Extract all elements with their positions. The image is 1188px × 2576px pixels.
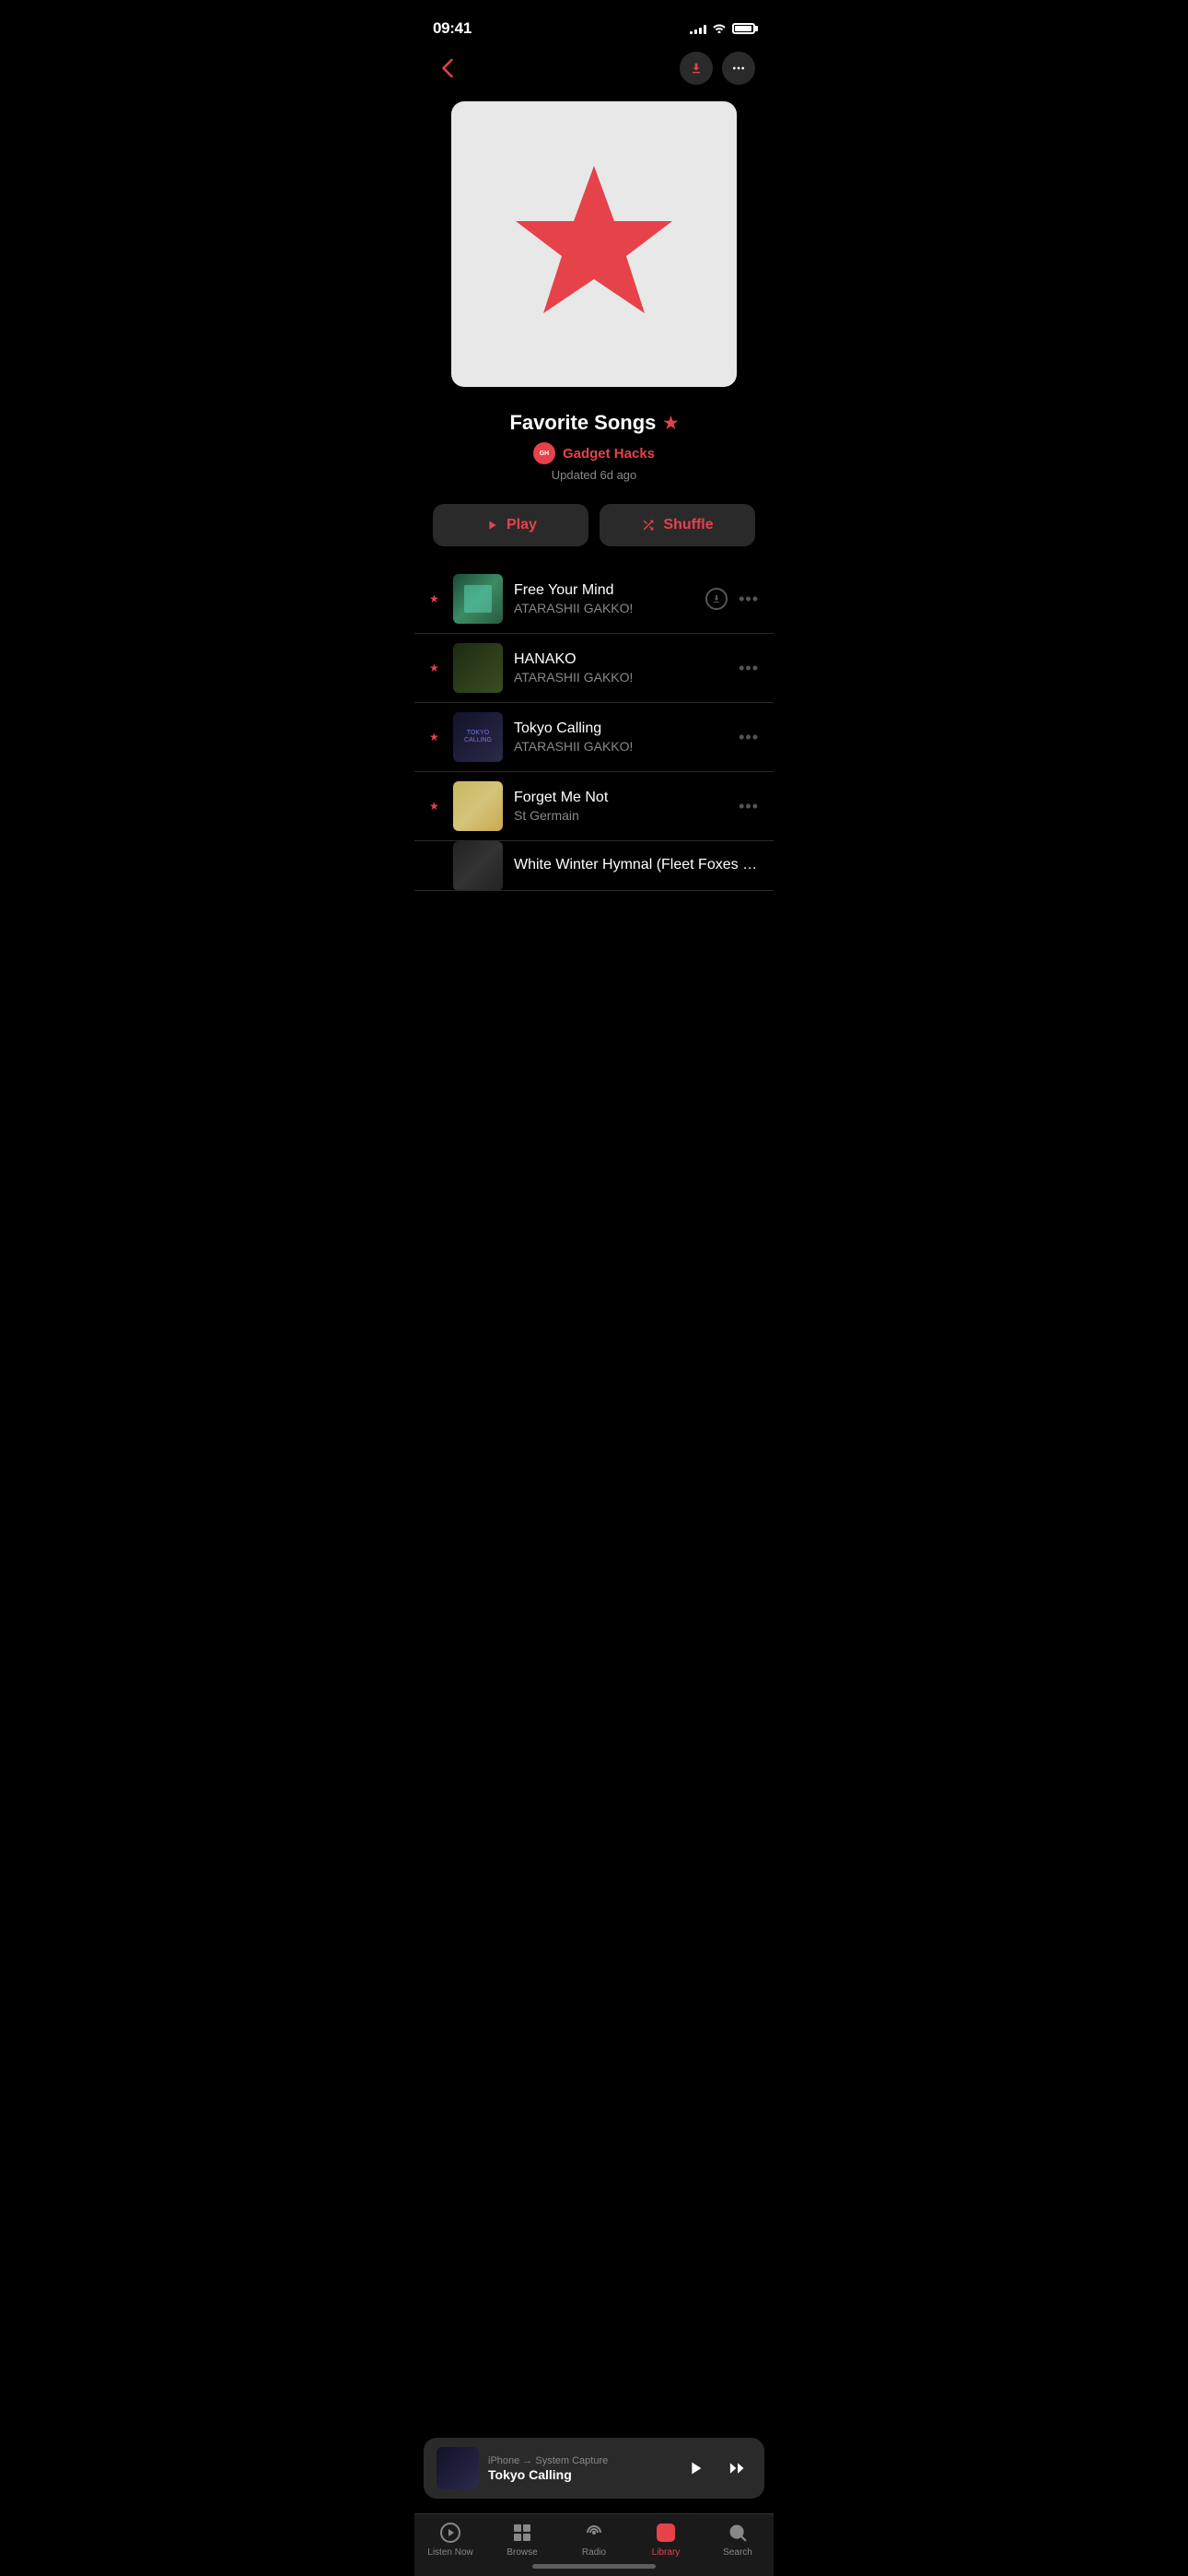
song-thumbnail	[453, 781, 503, 831]
song-artist: ATARASHII GAKKO!	[514, 670, 728, 685]
song-star-icon: ★	[429, 662, 442, 674]
play-button[interactable]: Play	[433, 504, 588, 546]
curator-avatar: GH	[533, 442, 555, 464]
song-more-button[interactable]: •••	[739, 590, 759, 609]
mini-player-context: iPhone → System Capture	[488, 2455, 672, 2466]
song-artist: ATARASHII GAKKO!	[514, 601, 694, 615]
wifi-icon	[712, 21, 727, 36]
song-info: White Winter Hymnal (Fleet Foxes Cover)	[514, 857, 759, 875]
song-title: White Winter Hymnal (Fleet Foxes Cover)	[514, 857, 759, 873]
tab-listen-now-label: Listen Now	[427, 2547, 472, 2558]
song-info: Forget Me Not St Germain	[514, 790, 728, 823]
status-time: 09:41	[433, 19, 472, 38]
playlist-curator[interactable]: GH Gadget Hacks	[433, 442, 755, 464]
mini-player[interactable]: iPhone → System Capture Tokyo Calling	[424, 2438, 764, 2499]
mini-player-controls	[681, 2454, 751, 2482]
song-star-icon: ★	[429, 860, 442, 872]
song-title: Tokyo Calling	[514, 720, 728, 737]
song-list: ★ Free Your Mind ATARASHII GAKKO! ••• ★ …	[414, 561, 774, 895]
song-actions: •••	[739, 797, 759, 816]
song-artist: St Germain	[514, 808, 728, 823]
nav-bar	[414, 44, 774, 92]
mini-play-button[interactable]	[681, 2454, 709, 2482]
status-bar: 09:41	[414, 0, 774, 44]
song-actions: •••	[739, 728, 759, 747]
song-more-button[interactable]: •••	[739, 797, 759, 816]
song-title: Forget Me Not	[514, 790, 728, 806]
tab-radio[interactable]: Radio	[558, 2522, 630, 2558]
download-button[interactable]	[680, 52, 713, 85]
song-star-icon: ★	[429, 800, 442, 813]
song-info: HANAKO ATARASHII GAKKO!	[514, 651, 728, 685]
back-button[interactable]	[433, 53, 462, 83]
song-more-button[interactable]: •••	[739, 659, 759, 678]
home-indicator	[532, 2564, 656, 2569]
curator-name: Gadget Hacks	[563, 446, 655, 462]
playlist-title: Favorite Songs ★	[433, 411, 755, 435]
shuffle-button[interactable]: Shuffle	[600, 504, 755, 546]
tab-library[interactable]: Library	[630, 2522, 702, 2558]
mini-forward-button[interactable]	[724, 2454, 751, 2482]
song-star-icon: ★	[429, 592, 442, 605]
action-buttons: Play Shuffle	[414, 489, 774, 561]
nav-actions	[680, 52, 755, 85]
radio-icon	[583, 2522, 605, 2544]
tab-browse[interactable]: Browse	[486, 2522, 558, 2558]
song-actions: •••	[739, 659, 759, 678]
song-star-icon: ★	[429, 731, 442, 744]
mini-player-title: Tokyo Calling	[488, 2467, 672, 2482]
song-item[interactable]: ★ TOKYOCALLING Tokyo Calling ATARASHII G…	[414, 703, 774, 772]
song-thumbnail	[453, 574, 503, 624]
tab-search[interactable]: Search	[702, 2522, 774, 2558]
song-info: Free Your Mind ATARASHII GAKKO!	[514, 582, 694, 615]
song-info: Tokyo Calling ATARASHII GAKKO!	[514, 720, 728, 754]
library-icon	[655, 2522, 677, 2544]
playlist-info: Favorite Songs ★ GH Gadget Hacks Updated…	[414, 396, 774, 489]
search-icon	[727, 2522, 749, 2544]
mini-player-thumbnail	[437, 2447, 479, 2489]
song-actions: •••	[705, 588, 759, 610]
song-item[interactable]: ★ Free Your Mind ATARASHII GAKKO! •••	[414, 565, 774, 634]
playlist-favorite-star-icon: ★	[663, 414, 678, 433]
more-options-button[interactable]	[722, 52, 755, 85]
status-icons	[690, 21, 755, 36]
signal-bars-icon	[690, 23, 706, 34]
song-title: Free Your Mind	[514, 582, 694, 599]
tab-browse-label: Browse	[507, 2547, 537, 2558]
song-thumbnail	[453, 643, 503, 693]
album-art-container	[414, 92, 774, 396]
song-title: HANAKO	[514, 651, 728, 668]
song-item[interactable]: ★ Forget Me Not St Germain •••	[414, 772, 774, 841]
tab-listen-now[interactable]: Listen Now	[414, 2522, 486, 2558]
tab-search-label: Search	[723, 2547, 752, 2558]
song-artist: ATARASHII GAKKO!	[514, 739, 728, 754]
song-thumbnail: TOKYOCALLING	[453, 712, 503, 762]
battery-icon	[732, 23, 755, 34]
song-item[interactable]: ★ White Winter Hymnal (Fleet Foxes Cover…	[414, 841, 774, 891]
playlist-updated: Updated 6d ago	[433, 468, 755, 482]
tab-library-label: Library	[652, 2547, 681, 2558]
album-art	[451, 101, 737, 387]
browse-icon	[511, 2522, 533, 2544]
song-more-button[interactable]: •••	[739, 728, 759, 747]
mini-player-info: iPhone → System Capture Tokyo Calling	[488, 2455, 672, 2482]
listen-now-icon	[439, 2522, 461, 2544]
tab-radio-label: Radio	[582, 2547, 606, 2558]
song-thumbnail	[453, 841, 503, 891]
playlist-star-icon	[502, 157, 686, 332]
song-item[interactable]: ★ HANAKO ATARASHII GAKKO! •••	[414, 634, 774, 703]
song-download-icon[interactable]	[705, 588, 728, 610]
